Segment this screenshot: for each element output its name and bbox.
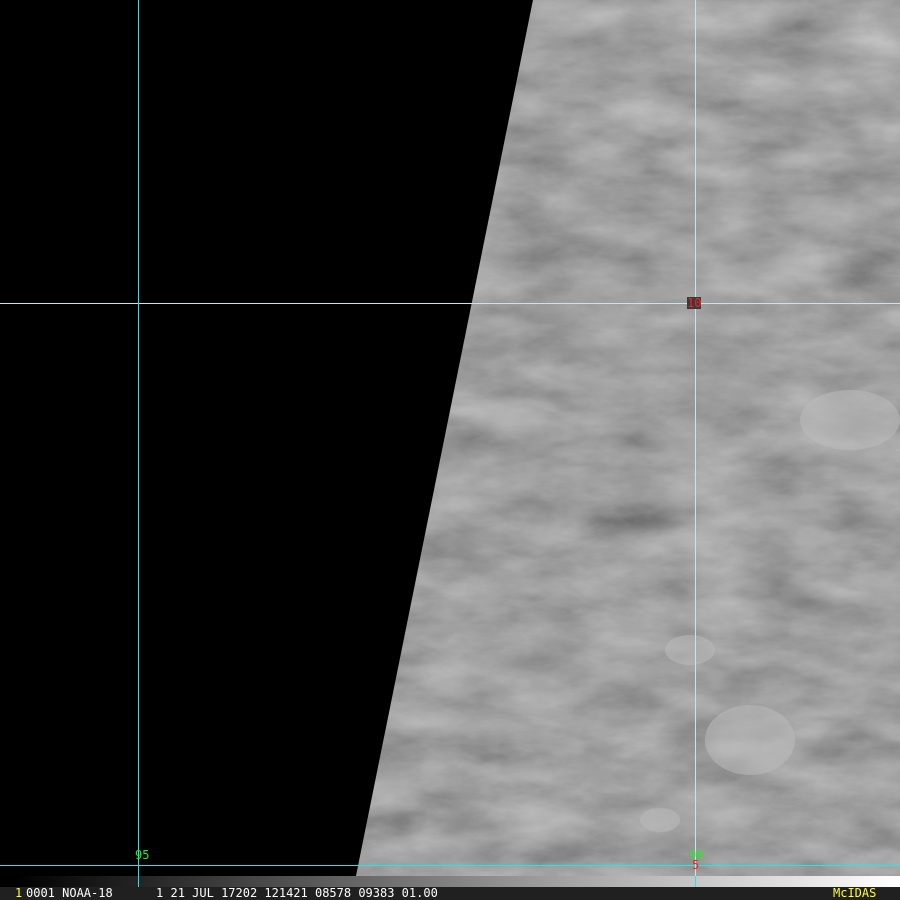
status-bar: 1 0001 NOAA-18 1 21 JUL 17202 121421 085… <box>0 887 900 900</box>
longitude-line-90-tail <box>695 876 696 887</box>
latitude-label-10: 10 <box>687 296 702 310</box>
image-info: 0001 NOAA-18 1 21 JUL 17202 121421 08578… <box>26 886 438 900</box>
latitude-label-5: 5 <box>692 858 700 872</box>
frame-number: 1 <box>15 886 23 900</box>
longitude-label-95: 95 <box>135 848 150 862</box>
imagery-swath <box>356 0 900 876</box>
satellite-image-viewer: 95 90 10 5 1 0001 NOAA-18 1 21 JUL 17202… <box>0 0 900 900</box>
satellite-image <box>0 0 900 887</box>
mcidas-brand: McIDAS <box>833 886 877 900</box>
